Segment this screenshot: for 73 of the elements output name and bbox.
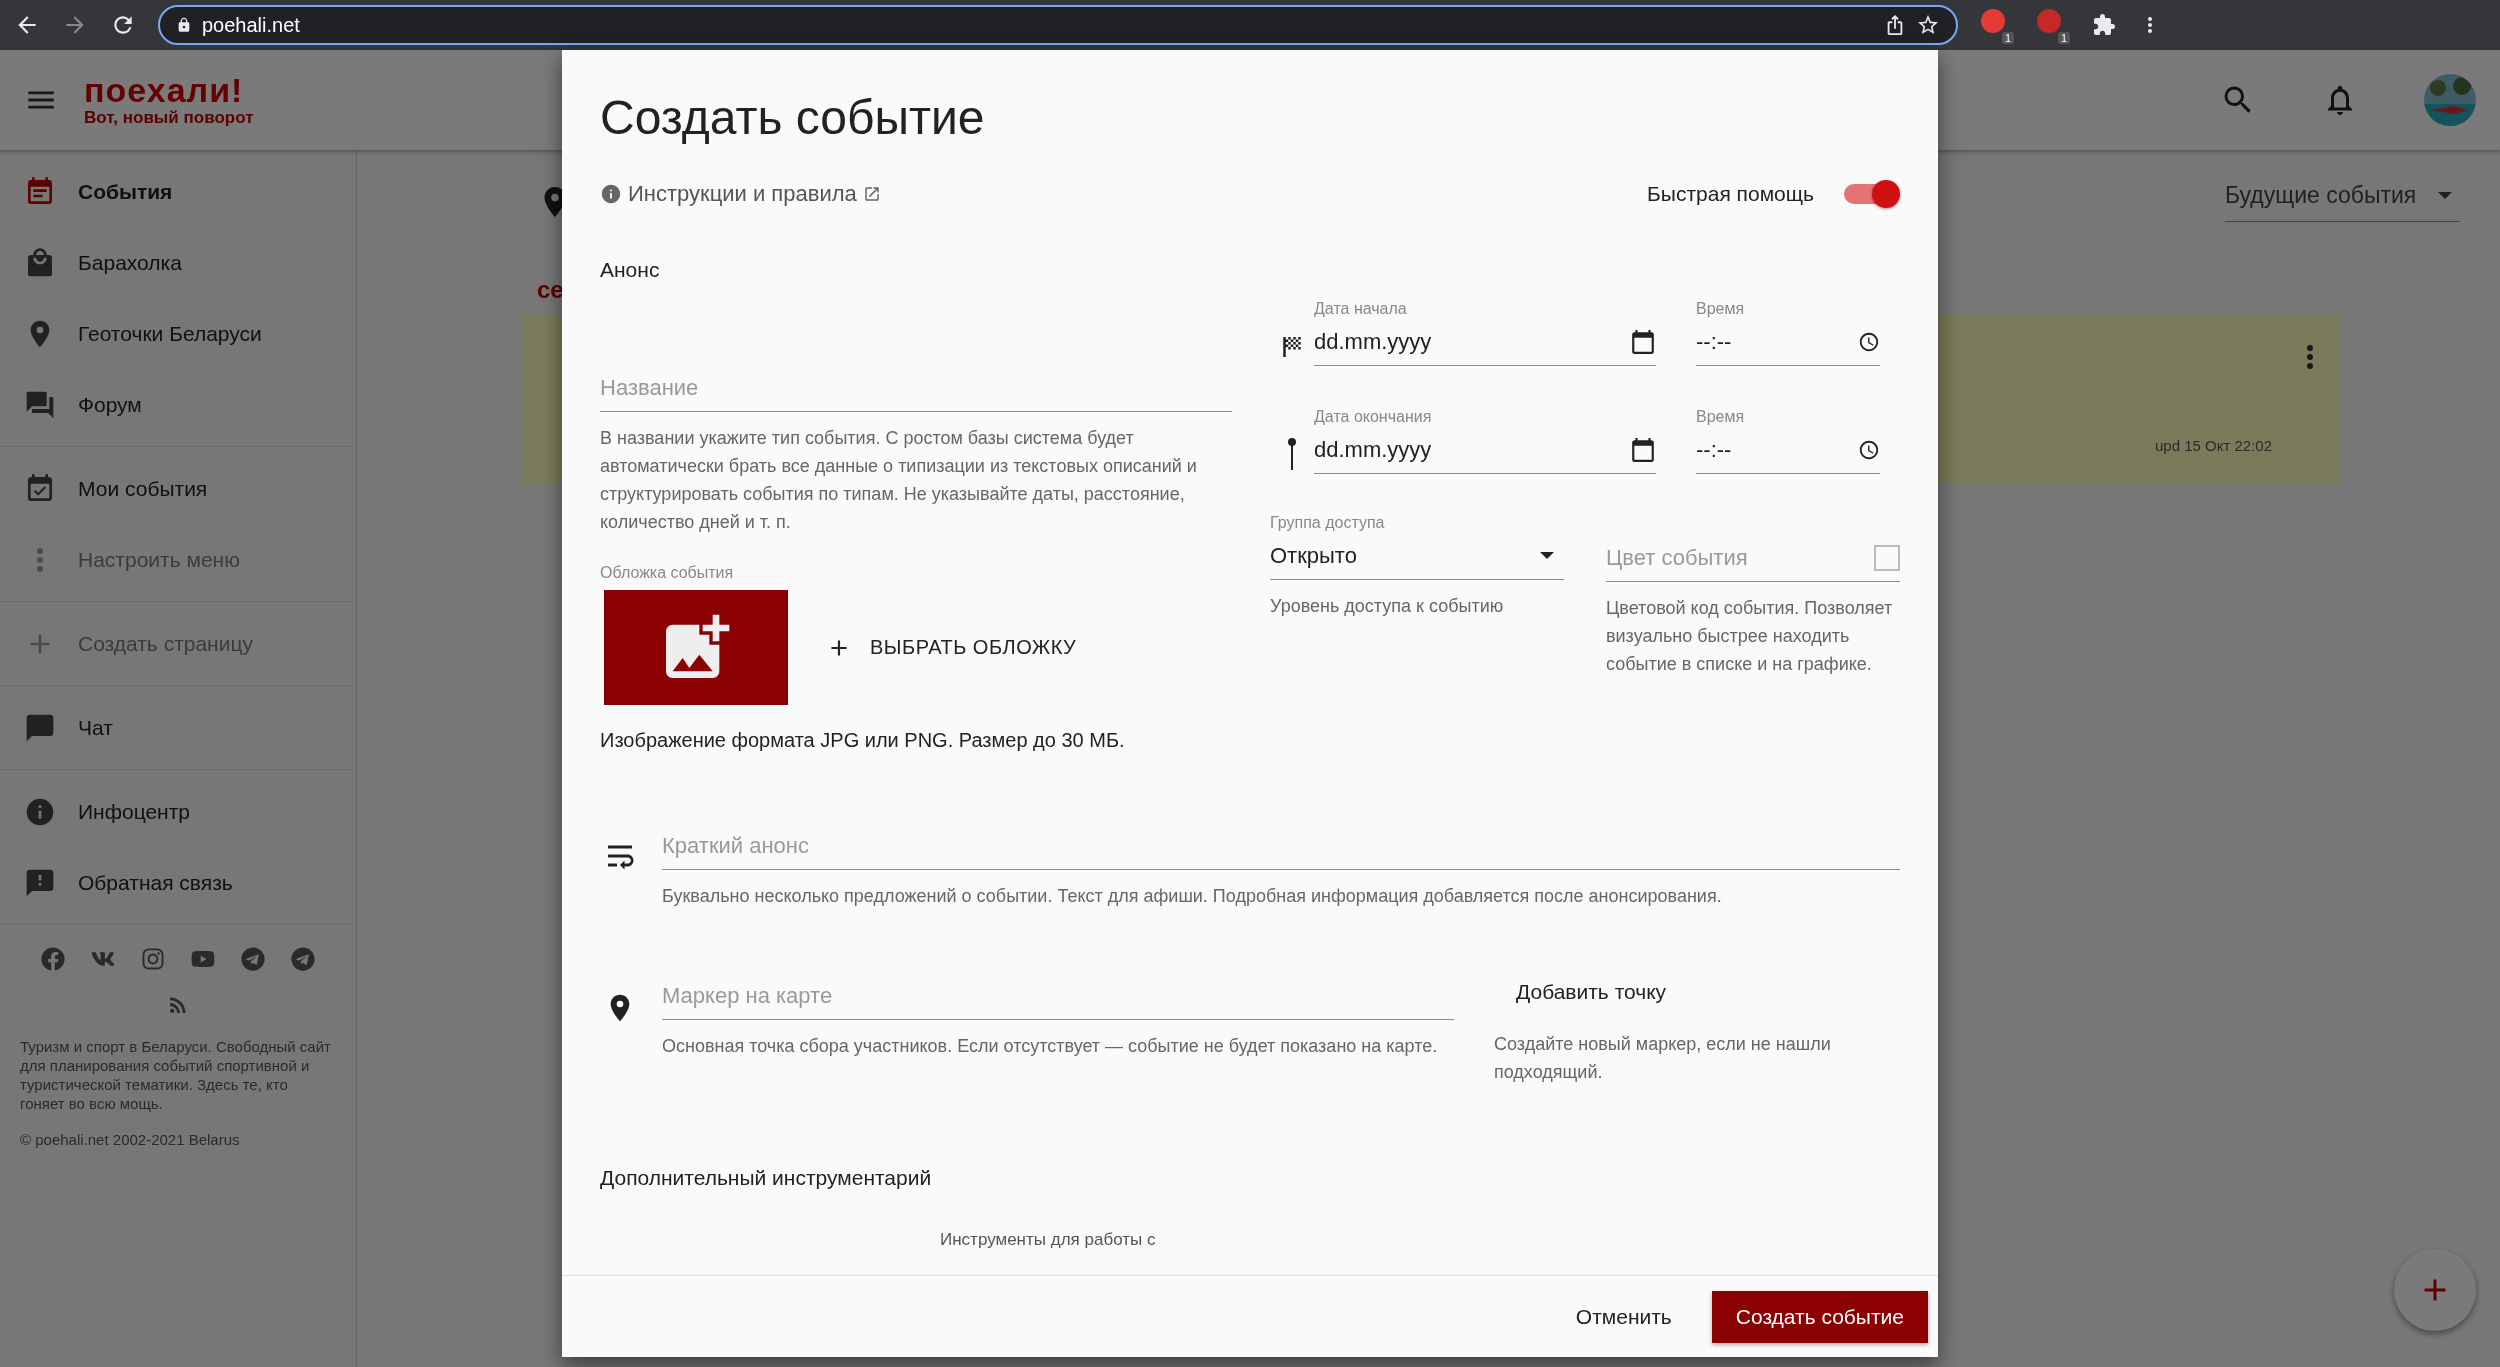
tools-text: Инструменты для работы с [940,1230,1157,1250]
date-field[interactable]: dd.mm.yyyy [1314,318,1656,366]
helper-text: Цветовой код события. Позволяет визуально быстрее находить событие в списке и на графике. [1606,597,1894,676]
updated-text: upd 15 Окт 22:02 [2154,437,2272,454]
instagram-icon[interactable] [141,947,165,971]
more-icon[interactable] [2306,344,2314,370]
badge-count: 1 [2057,32,2070,44]
star-icon[interactable] [1916,13,1940,37]
dropdown-arrow-icon [1540,552,1554,559]
sidebar-item[interactable]: Инфоцентр [0,776,356,847]
sidebar-item[interactable]: Обратная связь [0,847,356,918]
copyright-text: © poehali.net 2002-2021 Belarus [20,1131,241,1148]
telegram-icon[interactable] [241,947,265,971]
quick-help-toggle[interactable] [1844,180,1900,208]
color-field[interactable]: Цвет события [1606,534,1900,582]
external-link-icon[interactable] [862,185,881,203]
dialog-title: Создать событие [600,90,985,146]
field-label: Дата окончания [1314,408,1433,426]
section-heading: Дополнительный инструментарий [600,1166,932,1190]
sidebar-item[interactable]: События [0,156,356,227]
clock-icon[interactable] [1858,330,1880,353]
sidebar-item[interactable]: Мои события [0,453,356,524]
date-field[interactable]: dd.mm.yyyy [1314,426,1656,474]
sidebar-item[interactable]: Чат [0,692,356,763]
field-label: Дата начала [1314,300,1408,318]
note-text: Изображение формата JPG или PNG. Размер до 30 МБ. [600,729,1126,752]
sidebar-item[interactable]: Настроить меню [0,524,356,595]
summary-field[interactable]: Краткий анонс [662,822,1900,870]
field-label: Группа доступа [1270,514,1386,532]
helper-text: Основная точка сбора участников. Если отсутствует — событие не будет показано на карте. [662,1035,1439,1058]
field-label: Время [1696,300,1746,318]
add-point-button[interactable]: Добавить точку [1494,972,1689,1012]
sidebar-item[interactable]: Форум [0,369,356,440]
marker-field[interactable]: Маркер на карте [662,972,1454,1020]
helper-text: Создайте новый маркер, если не нашли подходящий. [1494,1033,1832,1084]
helper-text: В названии укажите тип события. С ростом базы система будет автоматически брать все данные о типизации из текстовых описаний и структурировать события по типам. Не указывайте даты, расстояние, количество дней и т. п. [600,427,1198,534]
address-bar[interactable]: poehali.net [158,5,1958,45]
info-icon [600,183,622,205]
facebook-icon[interactable] [41,947,65,971]
field-label: Обложка события [600,564,735,582]
name-field[interactable]: Название [600,364,1232,412]
access-select[interactable]: Открыто [1270,532,1564,580]
url-text: poehali.net [202,13,301,37]
badge-count: 1 [2001,32,2014,44]
tagline: Вот, новый поворот [84,108,254,128]
choose-cover-button[interactable]: ВЫБРАТЬ ОБЛОЖКУ [818,626,1085,669]
dropdown-arrow-icon [2438,192,2452,199]
sidebar-item[interactable]: Барахолка [0,227,356,298]
more-icon [36,546,44,573]
time-field[interactable]: --:-- [1696,318,1880,366]
puzzle-icon[interactable] [2092,13,2116,37]
field-label: Время [1696,408,1746,426]
instructions-link[interactable]: Инструкции и правила [628,181,857,207]
logo: поехали! [84,72,245,108]
sidebar-item[interactable]: Создать страницу [0,608,356,679]
toggle-label: Быстрая помощь [1647,182,1814,206]
create-event-button[interactable]: Создать событие [1711,1290,1928,1343]
section-heading: Анонс [600,258,660,282]
helper-text: Уровень доступа к событию [1270,595,1505,618]
calendar-icon[interactable] [1630,328,1656,355]
clock-icon[interactable] [1858,438,1880,461]
lock-icon [176,17,192,33]
color-checkbox[interactable] [1874,544,1900,571]
telegram-icon[interactable] [291,947,315,971]
calendar-icon[interactable] [1630,436,1656,463]
section-heading: се [537,276,564,304]
helper-text: Буквально несколько предложений о событии. Текст для афиши. Подробная информация добавляется после анонсирования. [662,885,1723,908]
about-text: Туризм и спорт в Беларуси. Свободный сайт для планирования событий спортивной и туристической тематики. Здесь те, кто гоняет во всю мощь. [20,1037,332,1113]
pin-icon [1287,436,1297,470]
time-field[interactable]: --:-- [1696,426,1880,474]
sidebar-item[interactable]: Геоточки Беларуси [0,298,356,369]
cancel-button[interactable]: Отменить [1559,1292,1688,1341]
filter-dropdown[interactable]: Будущие события [2225,182,2460,222]
